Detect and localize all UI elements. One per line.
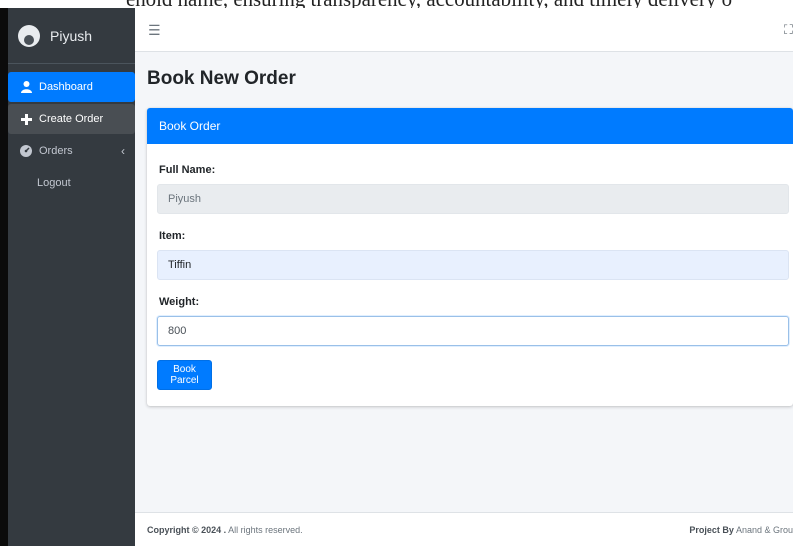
brand[interactable]: Piyush bbox=[8, 8, 135, 64]
project-credit: Project By Anand & Grou bbox=[689, 525, 793, 535]
plus-icon bbox=[18, 113, 34, 125]
book-order-card: Book Order Full Name: Piyush Item: Tiffi… bbox=[147, 108, 793, 406]
hamburger-icon[interactable]: ☰ bbox=[148, 22, 161, 39]
avatar bbox=[18, 24, 40, 47]
brand-name: Piyush bbox=[50, 27, 93, 44]
full-name-label: Full Name: bbox=[159, 164, 216, 176]
item-input[interactable]: Tiffin bbox=[157, 250, 789, 280]
sidebar-item-label: Logout bbox=[37, 177, 71, 189]
card-header: Book Order bbox=[147, 108, 793, 144]
item-label: Item: bbox=[159, 230, 186, 242]
main-content: ☰ ⛶ Book New Order Book Order Full Name:… bbox=[135, 8, 793, 546]
topbar: ☰ ⛶ bbox=[135, 8, 793, 52]
overlay-text-strip: ehold name, ensuring transparency, accou… bbox=[0, 0, 793, 8]
sidebar-item-logout[interactable]: Logout bbox=[8, 168, 135, 198]
full-name-input[interactable]: Piyush bbox=[157, 184, 789, 214]
user-icon bbox=[18, 81, 34, 93]
card-body: Full Name: Piyush Item: Tiffin Weight: 8… bbox=[147, 144, 793, 406]
sidebar-item-create-order[interactable]: Create Order bbox=[8, 104, 135, 134]
book-parcel-button[interactable]: Book Parcel bbox=[157, 360, 212, 390]
weight-label: Weight: bbox=[159, 296, 200, 308]
sidebar-nav: Dashboard Create Order Orders ‹ Logout bbox=[8, 64, 135, 208]
sidebar-item-dashboard[interactable]: Dashboard bbox=[8, 72, 135, 102]
sidebar-item-label: Dashboard bbox=[39, 81, 93, 93]
footer: Copyright © 2024 . All rights reserved. … bbox=[135, 512, 793, 546]
tachometer-icon bbox=[18, 145, 34, 157]
sidebar: Piyush Dashboard Create Order Orders ‹ L… bbox=[8, 8, 135, 546]
page-title: Book New Order bbox=[147, 68, 296, 89]
overlay-text: ehold name, ensuring transparency, accou… bbox=[126, 0, 732, 8]
sidebar-item-orders[interactable]: Orders ‹ bbox=[8, 136, 135, 166]
expand-icon[interactable]: ⛶ bbox=[784, 22, 793, 38]
weight-input[interactable]: 800 bbox=[157, 316, 789, 346]
sidebar-item-label: Orders bbox=[39, 145, 73, 157]
copyright-text: Copyright © 2024 . All rights reserved. bbox=[147, 525, 303, 535]
left-margin bbox=[0, 8, 8, 546]
chevron-left-icon: ‹ bbox=[121, 144, 125, 158]
sidebar-item-label: Create Order bbox=[39, 113, 104, 125]
